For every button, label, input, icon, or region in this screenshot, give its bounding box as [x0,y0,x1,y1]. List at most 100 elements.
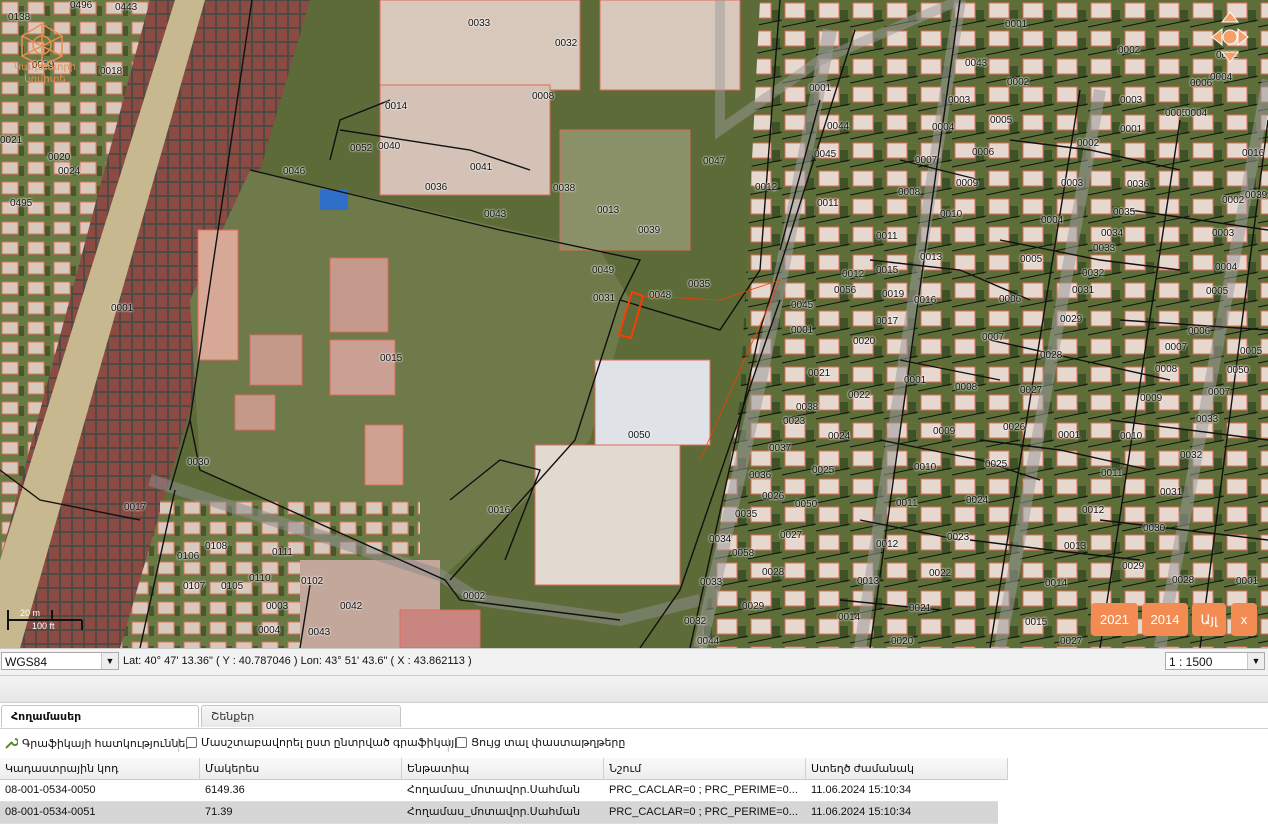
parcel-number-label: 0021 [0,135,23,146]
parcel-number-label: 0004 [258,625,281,636]
parcel-number-label: 0040 [378,141,401,152]
parcel-number-label: 0021 [909,603,932,614]
parcel-number-label: 0004 [932,122,955,133]
parcel-number-label: 0026 [1003,422,1026,433]
parcel-number-label: 0042 [340,601,363,612]
tab-buildings[interactable]: Շենքեր [201,705,401,727]
parcel-number-label: 0002 [1118,45,1141,56]
checkbox-icon [186,737,197,748]
parcel-number-label: 0011 [817,198,839,209]
parcel-number-label: 0044 [697,636,720,647]
parcel-number-label: 0018 [100,66,123,77]
parcel-number-label: 0058 [732,548,755,559]
parcel-number-label: 0011 [896,498,918,509]
parcel-number-label: 0110 [249,573,271,584]
coordinate-bar: WGS84 ▼ Lat: 40° 47' 13.36" ( Y : 40.787… [0,648,1268,676]
parcel-number-label: 0001 [1236,576,1259,587]
toolbar-divider [178,738,179,752]
parcel-number-label: 0012 [755,182,778,193]
parcel-number-label: 0011 [1101,468,1123,479]
parcel-number-label: 0001 [1005,19,1028,30]
parcel-number-label: 0014 [838,612,861,623]
parcel-number-label: 0031 [593,293,616,304]
column-header-note[interactable]: Նշում [604,758,806,780]
parcel-number-label: 0033 [700,577,723,588]
parcel-number-label: 0043 [308,627,331,638]
cell-area: 6149.36 [205,784,245,796]
parcel-number-label: 0006 [999,294,1022,305]
scale-select[interactable]: 1 : 1500 ▼ [1165,652,1265,670]
table-row-selected[interactable]: 08-001-0534-0051 71.39 Հողամաս_մոտավոր.Ս… [0,802,998,824]
parcel-number-label: 0102 [301,576,324,587]
parcel-number-label: 0047 [703,156,726,167]
parcel-number-label: 0044 [827,121,850,132]
show-documents-checkbox[interactable]: Ցույց տալ փաստաթղթերը [456,736,625,749]
parcel-number-label: 0035 [735,509,758,520]
parcel-number-label: 0052 [350,143,373,154]
coordinate-readout: Lat: 40° 47' 13.36" ( Y : 40.787046 ) Lo… [123,655,472,667]
parcel-number-label: 0106 [177,551,200,562]
parcel-number-label: 0001 [791,325,814,336]
cell-area: 71.39 [205,806,233,818]
parcel-number-label: 0004 [1215,262,1238,273]
scale-by-selection-label: Մասշտաբավորել ըստ ընտրված գրաֆիկայի [201,737,462,749]
parcel-number-label: 0026 [762,491,785,502]
parcel-number-label: 0007 [1165,342,1188,353]
parcel-number-label: 0025 [812,465,835,476]
parcel-number-label: 0007 [982,332,1005,343]
column-header-subtype[interactable]: Ենթատիպ [402,758,604,780]
column-header-area[interactable]: Մակերես [200,758,402,780]
year-2021-button[interactable]: 2021 [1091,603,1138,636]
parcel-number-label: 0045 [791,300,814,311]
close-layer-button[interactable]: x [1231,603,1257,636]
tab-parcels[interactable]: Հողամասեր [1,705,199,727]
column-header-cadastral-code[interactable]: Կադաստրային կոդ [0,758,200,780]
parcel-number-label: 0013 [597,205,620,216]
scale-bar: 20 m 100 ft [6,608,84,632]
parcel-number-label: 0010 [940,209,963,220]
parcel-number-label: 0006 [1190,78,1213,89]
parcel-number-label: 0004 [1185,108,1208,119]
parcel-number-label: 0032 [555,38,578,49]
pan-right-icon [1237,27,1249,47]
parcel-number-label: 0013 [1064,541,1087,552]
parcel-number-label: 0020 [853,336,876,347]
parcel-number-label: 0024 [828,431,851,442]
wrench-icon [5,738,18,749]
parcel-number-label: 0001 [111,303,134,314]
parcel-number-label: 0002 [1077,138,1100,149]
parcel-number-label: 0033 [468,18,491,29]
graphics-properties-button[interactable]: Գրաֆիկայի հատկություններ [4,736,192,750]
parcel-number-label: 0016 [488,505,511,516]
parcel-number-label: 0005 [990,115,1013,126]
parcel-number-label: 0014 [385,101,408,112]
map-navigation-control[interactable] [1210,10,1250,64]
parcel-number-label: 0003 [266,601,289,612]
parcel-number-label: 0022 [929,568,952,579]
other-layer-button[interactable]: Այլ [1192,603,1226,636]
parcel-number-label: 0024 [58,166,81,177]
parcel-number-label: 0028 [762,567,785,578]
parcel-number-label: 0017 [876,316,899,327]
table-row[interactable]: 08-001-0534-0050 6149.36 Հողամաս_մոտավոր… [0,780,998,802]
map-view[interactable]: 0138 0496 0443 0019 0018 0021 0020 0024 0495 0033… [0,0,1268,648]
parcel-number-label: 0005 [1240,346,1263,357]
parcel-number-label: 0001 [904,375,927,386]
cell-subtype: Հողամաս_մոտավոր.Սահման [407,806,581,818]
crs-select[interactable]: WGS84 ▼ [1,652,119,670]
parcel-number-label: 0004 [1210,72,1233,83]
parcel-number-label: 0029 [1122,561,1145,572]
parcel-number-label: 0007 [1208,387,1231,398]
parcel-number-label: 0496 [70,0,93,11]
scale-by-selection-checkbox[interactable]: Մասշտաբավորել ըստ ընտրված գրաֆիկայի [186,736,461,749]
parcel-number-label: 0028 [1172,575,1195,586]
panel-splitter[interactable] [0,676,1268,703]
graphics-properties-label: Գրաֆիկայի հատկություններ [22,737,193,750]
year-2014-button[interactable]: 2014 [1142,603,1188,636]
parcel-number-label: 0003 [1212,228,1235,239]
parcel-number-label: 0005 [1020,254,1043,265]
column-header-created-time[interactable]: Ստեղծ ժամանակ [806,758,1008,780]
parcel-number-label: 0048 [649,290,672,301]
parcel-number-label: 0015 [876,265,899,276]
parcel-number-label: 0045 [814,149,837,160]
